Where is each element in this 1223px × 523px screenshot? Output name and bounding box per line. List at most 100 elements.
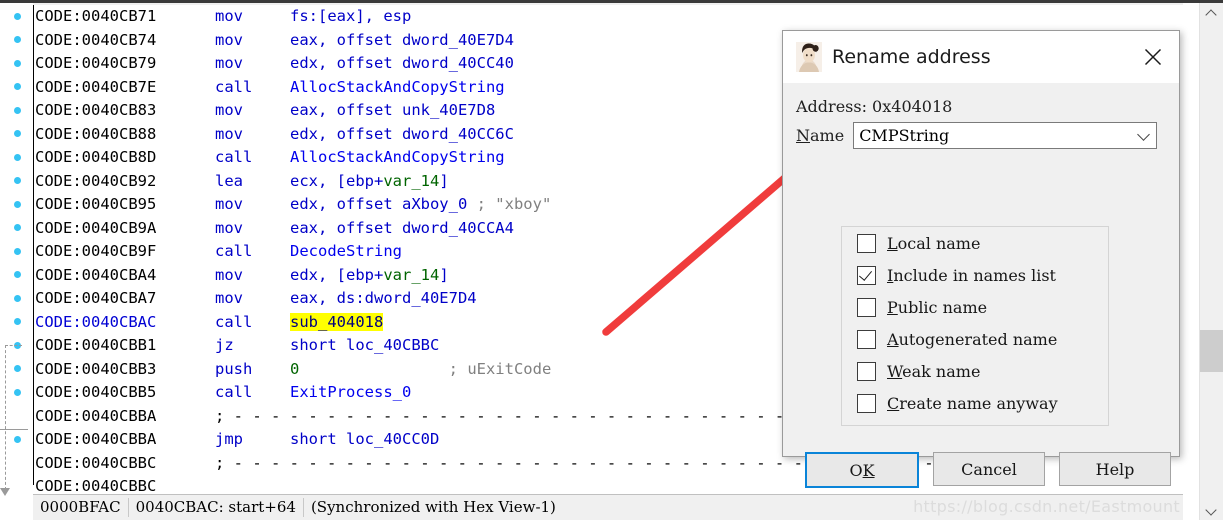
line-mnemonic: jz <box>215 336 234 354</box>
close-icon[interactable] <box>1137 42 1169 72</box>
line-address: CODE:0040CBBA <box>35 430 157 448</box>
checkbox-icon[interactable] <box>857 393 876 413</box>
flow-line <box>5 345 6 490</box>
help-button[interactable]: Help <box>1059 452 1171 486</box>
checkbox-label-rest: ublic name <box>897 297 988 317</box>
checkbox-row[interactable]: Public name <box>842 291 1108 323</box>
gutter-dot[interactable] <box>14 83 21 90</box>
status-bar: 0000BFAC 0040CBAC: start+64 (Synchronize… <box>33 494 1183 520</box>
scroll-down-button[interactable] <box>1200 498 1223 520</box>
gutter-separator <box>33 5 34 485</box>
checkbox-accel: P <box>887 297 898 317</box>
gutter-dot-current[interactable] <box>14 318 21 325</box>
name-label-rest: ame <box>810 126 845 145</box>
status-address: 0040CBAC: start+64 <box>129 498 304 517</box>
line-operand: eax, ds:dword_40E7D4 <box>290 289 477 307</box>
gutter-dot[interactable] <box>14 201 21 208</box>
checkbox-row[interactable]: Local name <box>842 227 1108 259</box>
line-address: CODE:0040CBB3 <box>35 359 157 378</box>
gutter-dot[interactable] <box>14 60 21 67</box>
scrollbar-thumb[interactable] <box>1200 330 1223 372</box>
dialog-title-bar[interactable]: Rename address <box>783 31 1179 83</box>
line-mnemonic: lea <box>215 171 243 190</box>
line-address: CODE:0040CBAC <box>35 312 157 331</box>
flow-line-top <box>5 345 22 346</box>
line-operand: ; "xboy" <box>476 195 552 213</box>
line-mnemonic: jmp <box>215 430 243 448</box>
gutter-dot[interactable] <box>14 436 21 443</box>
gutter-dot[interactable] <box>14 248 21 255</box>
line-mnemonic: mov <box>215 124 243 143</box>
gutter-dot[interactable] <box>14 154 21 161</box>
line-address: CODE:0040CBA4 <box>35 265 157 284</box>
checkbox-row[interactable]: Include in names list <box>842 259 1108 291</box>
gutter-dot[interactable] <box>14 130 21 137</box>
checkbox-row[interactable]: Create name anyway <box>842 387 1108 419</box>
line-operand: short loc_40CC0D <box>290 430 440 448</box>
checkbox-icon[interactable] <box>857 361 876 381</box>
button-label: Cancel <box>961 459 1017 479</box>
line-mnemonic: mov <box>215 218 243 237</box>
gutter-dot[interactable] <box>14 295 21 302</box>
rename-address-dialog: Rename address Address: 0x404018 Name Lo… <box>782 30 1180 488</box>
address-label: Address: 0x404018 <box>796 97 953 116</box>
gutter-dot[interactable] <box>14 13 21 20</box>
checkbox-row[interactable]: Autogenerated name <box>842 323 1108 355</box>
checkbox-row[interactable]: Weak name <box>842 355 1108 387</box>
ok-button[interactable]: OK <box>805 452 919 488</box>
gutter-dot[interactable] <box>14 107 21 114</box>
line-address: CODE:0040CBBA <box>35 406 166 425</box>
horizontal-scrollbar-stub[interactable] <box>0 484 33 494</box>
checkbox-icon[interactable] <box>857 297 876 317</box>
button-label: Help <box>1095 459 1135 479</box>
checkbox-label: Public name <box>887 298 987 317</box>
chevron-down-icon[interactable] <box>1138 129 1150 141</box>
line-address: CODE:0040CB88 <box>35 124 157 143</box>
chevron-up-icon <box>1206 9 1217 20</box>
checkbox-label-rest: ocal name <box>897 233 981 253</box>
line-operand: ecx, [ebp+ <box>290 171 384 190</box>
line-operand[interactable]: DecodeString <box>290 242 402 260</box>
line-mnemonic: call <box>215 242 253 260</box>
line-address: CODE:0040CBB1 <box>35 336 157 354</box>
dialog-title: Rename address <box>832 46 991 68</box>
dialog-body: Address: 0x404018 Name Local name Include… <box>783 83 1179 488</box>
cancel-button[interactable]: Cancel <box>933 452 1045 486</box>
chevron-down-icon <box>1206 504 1217 515</box>
gutter-dot[interactable] <box>14 177 21 184</box>
line-mnemonic: mov <box>215 101 243 119</box>
line-address: CODE:0040CB8D <box>35 148 157 166</box>
line-operand: var_14 <box>383 171 440 190</box>
line-operand[interactable]: ExitProcess_0 <box>290 383 411 401</box>
name-input[interactable] <box>854 124 1156 147</box>
vertical-scrollbar[interactable] <box>1199 3 1223 520</box>
line-mnemonic: call <box>215 383 253 401</box>
gutter-dot[interactable] <box>14 389 21 396</box>
gutter-dot[interactable] <box>14 224 21 231</box>
checkbox-label: Local name <box>887 234 980 253</box>
status-sync-info: (Synchronized with Hex View-1) <box>310 498 556 516</box>
checkbox-label: Include in names list <box>887 266 1056 285</box>
checkbox-accel: C <box>887 393 900 413</box>
name-combobox[interactable] <box>853 122 1157 149</box>
code-gutter[interactable] <box>0 5 33 496</box>
line-operand[interactable]: AllocStackAndCopyString <box>290 148 505 166</box>
line-mnemonic: call <box>215 77 253 96</box>
line-operand: eax, offset dword_40E7D4 <box>290 30 514 49</box>
checkbox-icon[interactable] <box>857 329 876 349</box>
checkbox-checked-icon[interactable] <box>857 265 876 285</box>
line-operand: var_14 <box>383 265 440 284</box>
ida-woman-icon <box>796 42 822 72</box>
line-mnemonic: mov <box>215 265 243 284</box>
gutter-dot[interactable] <box>14 365 21 372</box>
name-label-accel: N <box>796 126 810 145</box>
status-file-offset: 0000BFAC <box>33 498 129 517</box>
highlighted-operand[interactable]: sub_404018 <box>290 312 384 331</box>
line-operand[interactable]: AllocStackAndCopyString <box>290 78 505 96</box>
gutter-dot[interactable] <box>14 271 21 278</box>
checkbox-icon[interactable] <box>857 233 876 253</box>
gutter-dot[interactable] <box>14 36 21 43</box>
checkbox-label-rest: nclude in names list <box>893 265 1056 285</box>
scroll-up-button[interactable] <box>1200 3 1223 25</box>
disassembly-line[interactable]: CODE:0040CB71 mov fs:[eax], esp <box>35 5 1180 29</box>
